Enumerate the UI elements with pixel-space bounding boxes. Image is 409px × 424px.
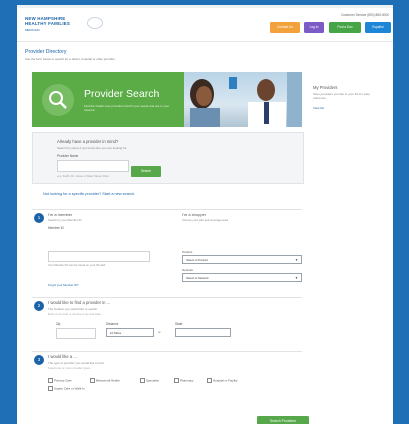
checkbox-icon [207, 378, 212, 383]
provider-type-description: The type of provider you would like to f… [48, 361, 105, 365]
banner-subtitle: Find the health care providers that fit … [84, 104, 170, 112]
header-divider [17, 41, 393, 42]
my-providers-text: Save providers you like to your list for… [313, 92, 371, 100]
provider-search-banner: Provider Search Find the health care pro… [32, 72, 302, 127]
forgot-member-id-link[interactable]: Forgot your Member ID? [48, 283, 78, 287]
my-providers-panel: My Providers Save providers you like to … [313, 85, 383, 110]
or-text: or [158, 330, 161, 334]
member-column: I'm a member Search by your Member ID Me… [48, 212, 158, 230]
page-subtitle: Use the form below to search for a docto… [25, 57, 116, 61]
customer-service-text: Customer Service (800) 865-0000 [340, 13, 389, 17]
checkbox-icon [174, 378, 179, 383]
specialist-label: Specialist [146, 378, 159, 383]
chevron-down-icon: ▼ [295, 276, 298, 280]
member-id-label: Member ID [48, 225, 64, 230]
provider-type-heading: I would like a ... [48, 354, 77, 359]
log-in-button[interactable]: Log In [304, 22, 324, 33]
zip-label: Zip [56, 322, 61, 326]
product-select[interactable]: Select A Product ▼ [182, 255, 302, 264]
lookup-heading: Already have a provider in mind? [57, 139, 119, 144]
zip-input[interactable] [56, 328, 96, 339]
new-search-link[interactable]: Not looking for a specific provider? Sta… [43, 192, 135, 196]
state-select[interactable] [175, 328, 231, 337]
checkbox-icon [48, 378, 53, 383]
specialist-checkbox[interactable]: Specialist [140, 378, 159, 383]
member-text: Search by your Member ID [48, 218, 82, 222]
hospital-checkbox[interactable]: Hospital or Facility [207, 378, 238, 383]
checkbox-icon [140, 378, 145, 383]
doctor-photo [184, 72, 302, 127]
banner-green-panel: Provider Search Find the health care pro… [32, 72, 184, 127]
shopper-heading: I'm a shopper [182, 212, 207, 217]
contact-us-button[interactable]: Contact Us [270, 22, 300, 33]
step-3-number: 3 [34, 355, 44, 365]
shopper-text: Choose your plan and coverage area [182, 218, 229, 222]
product-label: Product [182, 250, 193, 254]
logo-line3: MEDICAID [25, 28, 40, 32]
search-icon [42, 84, 74, 116]
behavioral-health-checkbox[interactable]: Behavioral Health [90, 378, 120, 383]
member-heading: I'm a member [48, 212, 73, 217]
step-3-section: 3 I would like a ... The type of provide… [32, 351, 302, 407]
step-2-number: 2 [34, 301, 44, 311]
step-2-section: 2 I would like to find a provider in ...… [32, 297, 302, 348]
shopper-column: I'm a shopper Choose your plan and cover… [182, 212, 292, 223]
logo-line2: HEALTHY FAMILIES [25, 21, 70, 26]
member-id-note: Your Member ID can be found on your ID c… [48, 263, 106, 267]
member-id-input[interactable] [48, 251, 150, 262]
my-providers-heading: My Providers [313, 85, 338, 90]
page-title: Provider Directory [25, 49, 67, 55]
pharmacy-checkbox[interactable]: Pharmacy [174, 378, 194, 383]
urgent-care-label: Urgent Care or Walk-In [54, 386, 85, 391]
lookup-hint: e.g. Smith, Dr. Jones or Main Street Cli… [57, 174, 109, 178]
distance-select-value: 10 Miles [110, 331, 122, 335]
name-lookup-box: Already have a provider in mind? Search … [32, 132, 304, 184]
logo-mark-icon [87, 17, 103, 29]
provider-type-hint: Select one or more provider types. [48, 366, 91, 370]
top-strip [17, 5, 393, 8]
primary-care-label: Primary Care [54, 378, 72, 383]
hospital-label: Hospital or Facility [213, 378, 238, 383]
search-providers-button[interactable]: Search Providers [257, 416, 309, 424]
behavioral-health-label: Behavioral Health [96, 378, 120, 383]
page-container: NEW HAMPSHIRE HEALTHY FAMILIES MEDICAID … [17, 5, 393, 424]
network-select-value: Select A Network [186, 276, 209, 280]
banner-title: Provider Search [84, 88, 160, 100]
chevron-down-icon: ▼ [295, 258, 298, 262]
checkbox-icon [90, 378, 95, 383]
network-select[interactable]: Select A Network ▼ [182, 273, 302, 282]
product-select-value: Select A Product [186, 258, 209, 262]
lookup-search-button[interactable]: Search [131, 166, 161, 177]
network-label: Network [182, 268, 194, 272]
primary-care-checkbox[interactable]: Primary Care [48, 378, 72, 383]
checkbox-icon [48, 386, 53, 391]
location-description: The location you would like to search. [48, 307, 99, 311]
state-label: State [175, 322, 183, 326]
step-1-section: 1 I'm a member Search by your Member ID … [32, 209, 302, 292]
step-1-number: 1 [34, 213, 44, 223]
site-logo[interactable]: NEW HAMPSHIRE HEALTHY FAMILIES MEDICAID [25, 16, 103, 40]
view-list-link[interactable]: View list [313, 106, 383, 110]
provider-name-input[interactable] [57, 160, 129, 172]
find-doc-button[interactable]: Find a Doc [329, 22, 361, 33]
location-hint: Enter a zip code or choose a city and st… [48, 312, 102, 316]
urgent-care-checkbox[interactable]: Urgent Care or Walk-In [48, 386, 85, 391]
language-button[interactable]: Español [365, 22, 391, 33]
provider-name-label: Provider Name [57, 154, 79, 158]
distance-select[interactable]: 10 Miles [106, 328, 154, 337]
distance-label: Distance [106, 322, 119, 326]
location-heading: I would like to find a provider in ... [48, 300, 111, 305]
pharmacy-label: Pharmacy [180, 378, 194, 383]
lookup-description: Search by name if you know who you are l… [57, 146, 128, 150]
